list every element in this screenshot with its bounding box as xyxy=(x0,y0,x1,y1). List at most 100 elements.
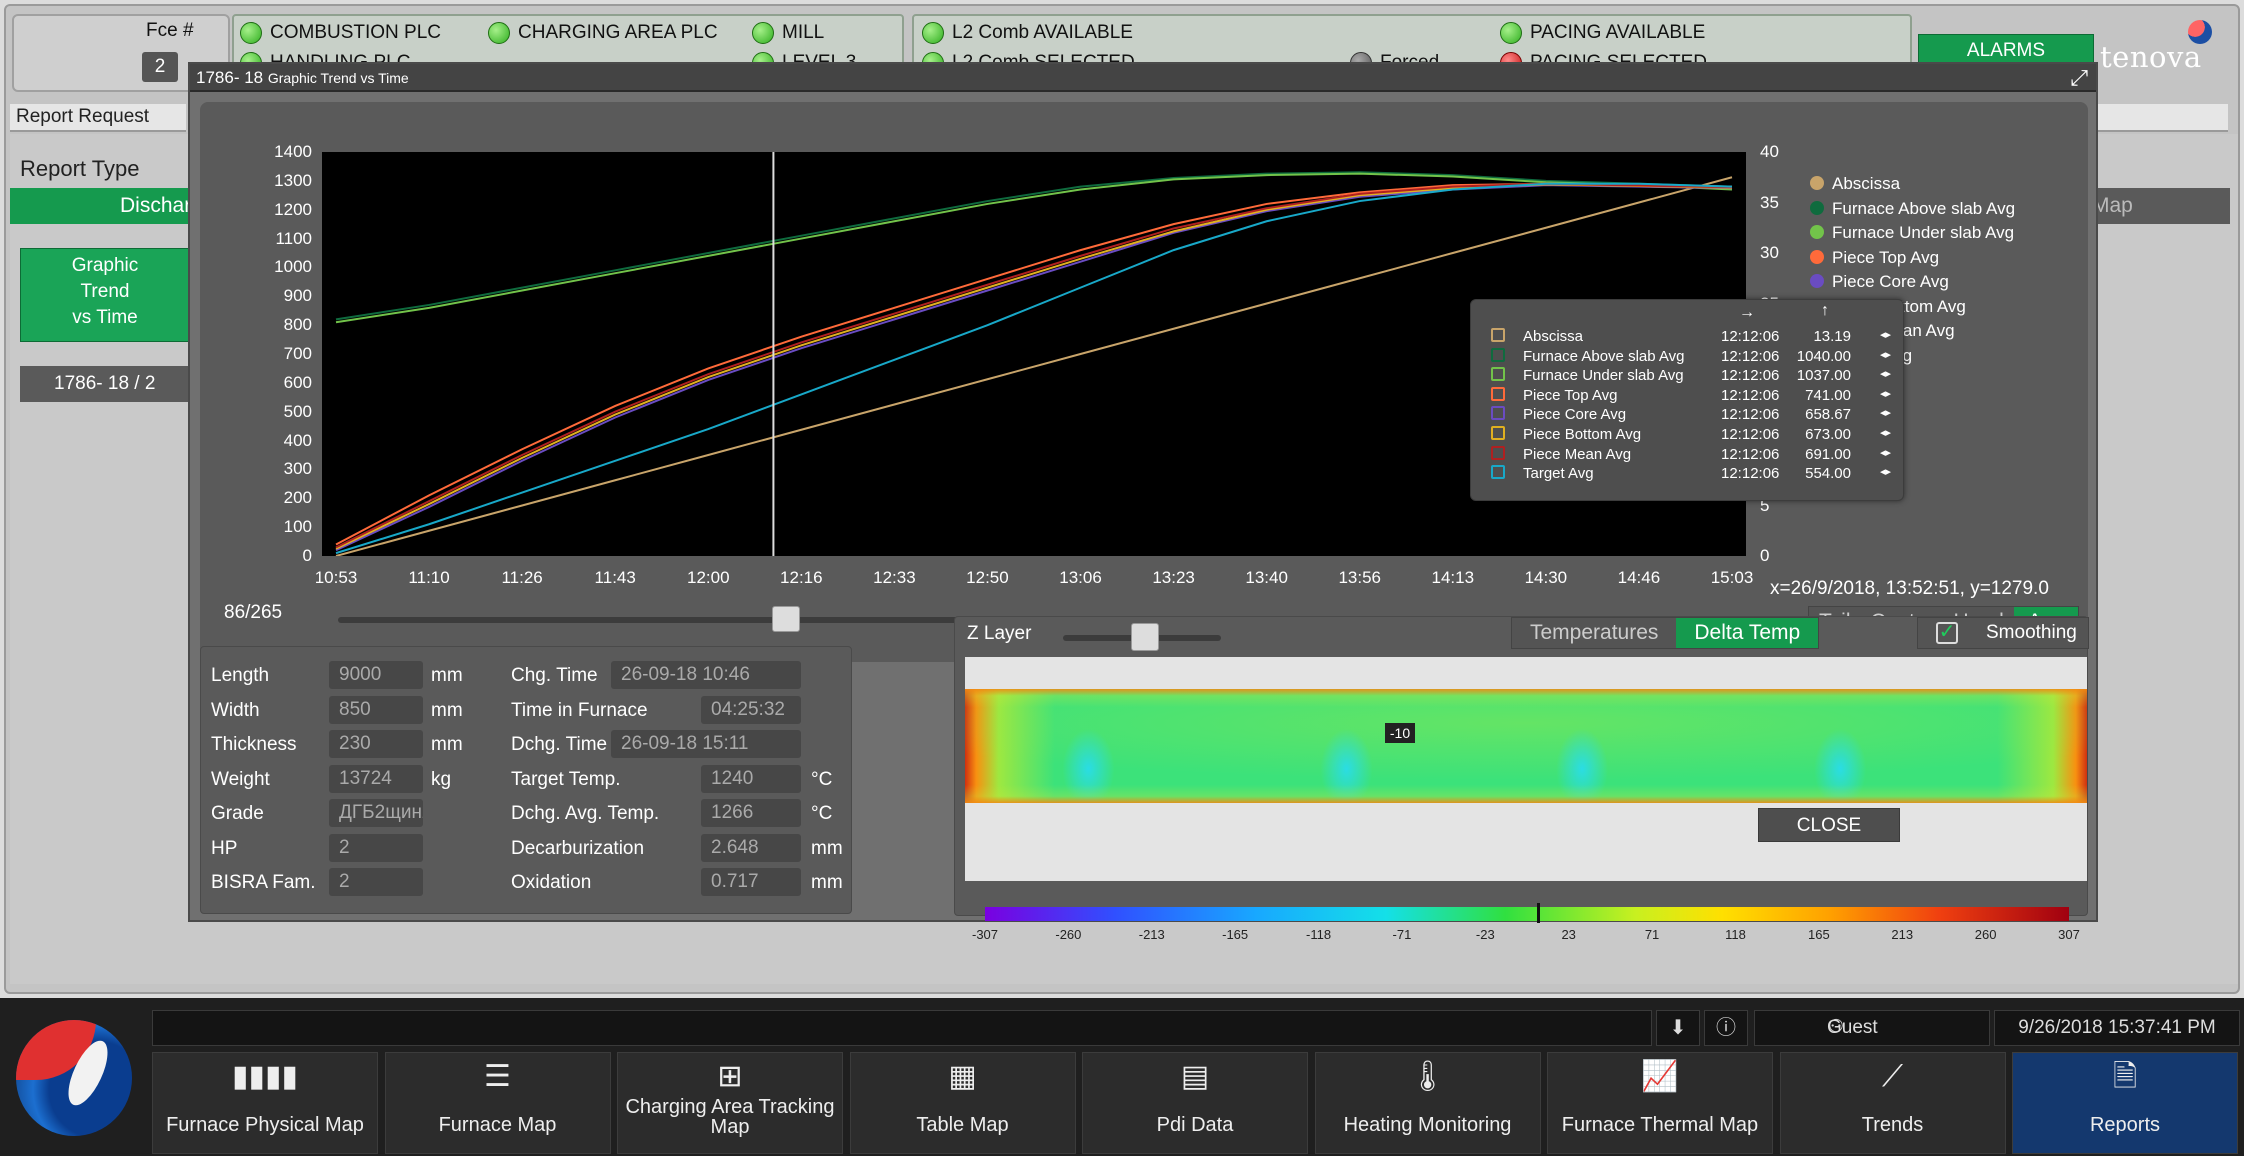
furnace-label: Fce # xyxy=(146,20,194,41)
color-scale-label: 165 xyxy=(1807,927,1830,942)
nav-charging-area-tracking-map[interactable]: ⊞ Charging Area Tracking Map xyxy=(617,1052,843,1154)
time-slider-thumb[interactable] xyxy=(771,606,800,632)
tooltip-swatch xyxy=(1491,406,1505,421)
property-unit: mm xyxy=(431,699,463,721)
tooltip-nav-icon[interactable]: ◂▸ xyxy=(1880,387,1891,400)
y-tick-label: 1300 xyxy=(274,170,312,190)
y-tick-label: 600 xyxy=(283,372,312,392)
property-value: ДГБ2щин2 xyxy=(329,799,423,827)
furnace-number[interactable]: 2 xyxy=(142,52,178,82)
color-scale-label: -118 xyxy=(1306,927,1332,942)
property-value: 26-09-18 15:11 xyxy=(611,730,801,758)
x-tick-label: 12:16 xyxy=(780,568,823,587)
combustion-plc-label: COMBUSTION PLC xyxy=(270,22,442,43)
x-tick-label: 13:06 xyxy=(1059,568,1102,587)
z-layer-label: Z Layer xyxy=(967,623,1032,644)
info-icon[interactable]: ⓘ xyxy=(1704,1010,1748,1046)
thermometer-icon: 🌡 xyxy=(1408,1060,1447,1093)
tooltip-time: 12:12:06 xyxy=(1721,445,1780,463)
y-tick-label: 0 xyxy=(302,546,312,565)
download-icon[interactable]: ⬇ xyxy=(1656,1010,1700,1046)
x-tick-label: 12:33 xyxy=(873,568,916,587)
close-button[interactable]: CLOSE xyxy=(1758,808,1900,842)
tooltip-nav-icon[interactable]: ◂▸ xyxy=(1880,446,1891,459)
legend-swatch xyxy=(1810,225,1824,239)
charging-area-plc-label: CHARGING AREA PLC xyxy=(518,22,718,43)
x-tick-label: 10:53 xyxy=(314,568,358,587)
tooltip-nav-icon[interactable]: ◂▸ xyxy=(1880,406,1891,419)
tooltip-time: 12:12:06 xyxy=(1721,328,1780,345)
tooltip-nav-icon[interactable]: ◂▸ xyxy=(1880,367,1891,380)
tooltip-row: Furnace Above slab Avg 12:12:06 1040.00 ◂▸ xyxy=(1471,347,1903,368)
property-label: Width xyxy=(211,699,260,721)
legend-swatch xyxy=(1810,274,1824,288)
tooltip-nav-icon[interactable]: ◂▸ xyxy=(1880,426,1891,439)
tooltip-time-arrow: → xyxy=(1739,304,1755,321)
mill-led xyxy=(752,22,774,44)
tooltip-value-arrow: ↑ xyxy=(1821,302,1829,319)
y-tick-label: 100 xyxy=(283,517,312,537)
legend-item[interactable]: Furnace Above slab Avg xyxy=(1810,199,2015,219)
y-tick-label: 500 xyxy=(283,401,312,421)
legend-item[interactable]: Piece Core Avg xyxy=(1810,272,1949,292)
stack-icon: ☰ xyxy=(484,1060,511,1093)
tooltip-value: 691.00 xyxy=(1805,445,1851,463)
tooltip-swatch xyxy=(1491,367,1505,382)
user-box[interactable]: Guest xyxy=(1754,1010,1990,1046)
nav-furnace-physical-map[interactable]: ▮▮▮▮ Furnace Physical Map xyxy=(152,1052,378,1154)
legend-item[interactable]: Abscissa xyxy=(1810,174,1900,194)
temperatures-tab[interactable]: Temperatures xyxy=(1512,618,1677,648)
nav-table-map[interactable]: ▦ Table Map xyxy=(849,1052,1076,1154)
tooltip-nav-icon[interactable]: ◂▸ xyxy=(1880,348,1891,361)
slab-heatmap-edge xyxy=(965,689,2087,803)
piece-id-field[interactable]: 1786- 18 / 2 xyxy=(20,366,192,402)
y-tick-label: 1000 xyxy=(274,257,312,277)
legend-label: Abscissa xyxy=(1832,174,1901,193)
y2-tick-label: 40 xyxy=(1760,142,1779,161)
smoothing-toggle[interactable]: ✓ Smoothing xyxy=(1917,617,2089,649)
tooltip-value: 658.67 xyxy=(1805,406,1851,424)
smoothing-checkbox[interactable]: ✓ xyxy=(1936,622,1958,644)
graphic-trend-vs-time-button[interactable]: Graphic Trend vs Time xyxy=(20,248,190,342)
color-scale-label: 213 xyxy=(1891,927,1914,942)
nav-furnace-thermal-map[interactable]: 📈 Furnace Thermal Map xyxy=(1547,1052,1773,1154)
company-logo xyxy=(16,1020,132,1136)
color-scale-label: -71 xyxy=(1392,927,1412,942)
maximize-icon[interactable]: ⤢ xyxy=(2070,66,2088,90)
property-value: 13724 xyxy=(329,764,423,793)
property-value: 0.717 xyxy=(701,868,801,896)
legend-item[interactable]: Furnace Under slab Avg xyxy=(1810,223,2014,243)
tenova-logo: tenova xyxy=(2100,40,2202,74)
cursor-coordinates: x=26/9/2018, 13:52:51, y=1279.0 xyxy=(1770,578,2049,599)
piece-properties-panel: Length 9000 mm Width 850 mm Thickness 230 mm Weig… xyxy=(200,646,852,914)
property-value: 04:25:32 xyxy=(701,695,801,724)
nav-heating-monitoring[interactable]: 🌡 Heating Monitoring xyxy=(1314,1052,1541,1154)
property-label: Length xyxy=(211,665,270,686)
report-type-discharge-button[interactable]: Discharge xyxy=(10,188,190,224)
legend-item[interactable]: Piece Top Avg xyxy=(1810,248,1939,268)
y-tick-label: 900 xyxy=(283,286,312,306)
tooltip-row: Target Avg 12:12:06 554.00 ◂▸ xyxy=(1471,465,1903,485)
x-tick-label: 14:13 xyxy=(1431,568,1475,587)
graphic-trend-line-1: Graphic xyxy=(71,255,139,276)
z-layer-slider-thumb[interactable] xyxy=(1131,623,1159,651)
nav-furnace-map[interactable]: ☰ Furnace Map xyxy=(384,1052,611,1154)
datetime-display: 9/26/2018 15:37:41 PM xyxy=(1994,1010,2240,1046)
tooltip-nav-icon[interactable]: ◂▸ xyxy=(1880,328,1891,341)
graphic-trend-modal: 1786- 18 Graphic Trend vs Time ⤢ 0 100 200… xyxy=(188,62,2098,942)
nav-reports[interactable]: 🗎 Reports xyxy=(2012,1052,2238,1154)
grid-icon: ▦ xyxy=(948,1060,977,1093)
tooltip-value: 1040.00 xyxy=(1796,347,1851,365)
nav-trends[interactable]: ⟋ Trends xyxy=(1779,1052,2006,1154)
delta-temp-tab[interactable]: Delta Temp xyxy=(1676,618,1819,648)
chart-tooltip: → ↑ Abscissa 12:12:06 13.19 ◂▸ Furnace Above… xyxy=(1470,299,1904,501)
y-tick-label: 1400 xyxy=(274,142,312,161)
legend-swatch xyxy=(1810,176,1824,190)
property-value: 2 xyxy=(329,833,423,862)
charging-area-plc-led xyxy=(488,22,510,44)
tooltip-nav-icon[interactable]: ◂▸ xyxy=(1880,465,1891,478)
nav-pdi-data[interactable]: ▤ Pdi Data xyxy=(1082,1052,1308,1154)
color-scale-label: 118 xyxy=(1725,927,1746,942)
modal-title-bar[interactable]: 1786- 18 Graphic Trend vs Time xyxy=(190,64,2096,92)
color-scale-label: 260 xyxy=(1974,927,1997,942)
